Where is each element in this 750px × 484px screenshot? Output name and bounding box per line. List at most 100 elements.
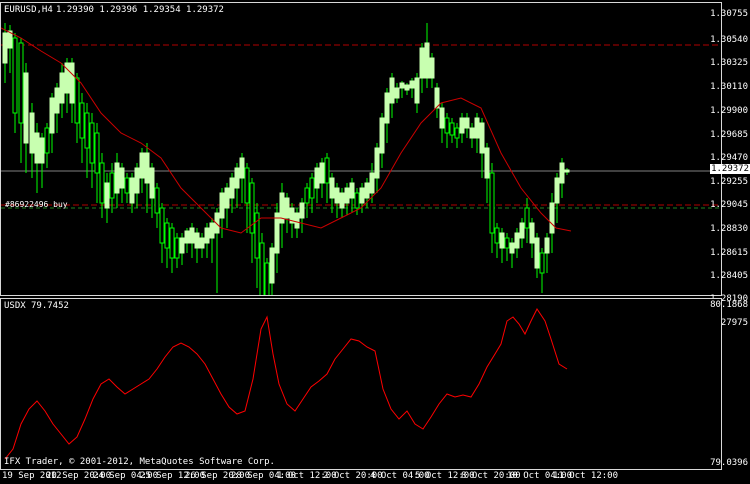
candle-body: [204, 227, 210, 244]
indicator-name: USDX: [4, 301, 26, 311]
candle-body: [154, 187, 160, 214]
copyright-text: IFX Trader, © 2001-2012, MetaQuotes Soft…: [4, 457, 275, 467]
candle-body: [274, 212, 280, 254]
candle-body: [59, 72, 65, 104]
indicator-axis-bottom: 79.0396: [710, 458, 748, 468]
candle-body: [159, 207, 165, 244]
candle-body: [54, 87, 60, 114]
candle-body: [259, 242, 265, 295]
candle-body: [84, 112, 90, 149]
candle-body: [12, 37, 18, 114]
price-chart-pane[interactable]: EURUSD,H4 1.29390 1.29396 1.29354 1.2937…: [0, 2, 722, 296]
candle-body: [359, 187, 365, 204]
candle-body: [559, 162, 565, 184]
candle-body: [469, 127, 475, 139]
chart-symbol-label: EURUSD,H4: [4, 5, 53, 15]
candle-body: [419, 47, 425, 79]
candle-body: [464, 117, 470, 129]
candle-body: [144, 152, 150, 184]
candle-body: [29, 112, 35, 154]
price-tick: 1.30110: [710, 82, 748, 92]
candle-body: [264, 262, 270, 295]
price-tick: 1.28405: [710, 271, 748, 281]
candle-body: [199, 237, 205, 249]
candle-body: [104, 182, 110, 209]
candle-body: [369, 172, 375, 194]
order-line-label[interactable]: #86922496 buy: [5, 200, 68, 209]
candle-body: [459, 117, 465, 134]
candle-body: [449, 122, 455, 136]
chart-ohlc-readout: 1.29390 1.29396 1.29354 1.29372: [56, 5, 224, 15]
candle-body: [429, 57, 435, 79]
usdx-line: [4, 308, 568, 460]
indicator-value: 79.7452: [31, 301, 69, 311]
candle-body: [399, 82, 405, 89]
price-tick: 1.28615: [710, 248, 748, 258]
candle-body: [339, 192, 345, 209]
time-tick: 11 Oct 12:00: [553, 471, 619, 481]
candle-body: [184, 230, 190, 244]
candle-body: [129, 177, 135, 204]
candle-body: [314, 167, 320, 189]
candle-body: [379, 117, 385, 154]
candle-body: [99, 162, 105, 204]
candle-body: [174, 237, 180, 259]
current-price-tag: 1.29372: [710, 164, 750, 174]
candle-body: [79, 102, 85, 139]
candle-body: [394, 87, 400, 99]
candle-body: [519, 222, 525, 239]
price-tick: 1.30755: [710, 9, 748, 19]
candle-body: [494, 227, 500, 244]
candle-body: [344, 187, 350, 204]
candle-body: [18, 42, 24, 124]
price-tick: 1.29685: [710, 130, 748, 140]
candle-body: [114, 162, 120, 194]
candle-body: [44, 127, 50, 154]
candle-body: [364, 182, 370, 199]
candlestick-chart[interactable]: [1, 3, 721, 295]
candle-body: [489, 172, 495, 234]
candle-body: [424, 42, 430, 79]
candle-body: [69, 62, 75, 104]
usdx-line-chart[interactable]: [1, 299, 721, 469]
candle-body: [284, 197, 290, 219]
candle-body: [554, 177, 560, 204]
price-tick: 1.29045: [710, 200, 748, 210]
candle-body: [209, 222, 215, 239]
price-tick: 1.29900: [710, 106, 748, 116]
candle-body: [219, 192, 225, 219]
candle-body: [134, 167, 140, 194]
candle-body: [509, 242, 515, 254]
price-tick: 1.30325: [710, 58, 748, 68]
candle-body: [304, 187, 310, 204]
candle-body: [564, 169, 570, 173]
candle-body: [119, 167, 125, 189]
candle-body: [34, 132, 40, 164]
candle-body: [354, 192, 360, 209]
candle-body: [529, 222, 535, 244]
candle-body: [389, 77, 395, 104]
candle-body: [404, 84, 410, 91]
candle-body: [124, 177, 130, 194]
indicator-pane[interactable]: USDX 79.7452 IFX Trader, © 2001-2012, Me…: [0, 298, 722, 470]
candle-body: [244, 167, 250, 204]
candle-body: [514, 232, 520, 249]
candle-body: [39, 137, 45, 164]
candle-body: [89, 122, 95, 164]
candle-body: [374, 147, 380, 179]
candle-body: [454, 127, 460, 139]
candle-body: [169, 227, 175, 259]
candle-body: [504, 237, 510, 249]
candle-body: [329, 177, 335, 199]
candle-body: [384, 92, 390, 124]
candle-body: [299, 202, 305, 219]
candle-body: [409, 80, 415, 89]
candle-body: [549, 202, 555, 234]
candle-body: [349, 182, 355, 199]
candle-body: [149, 167, 155, 199]
candle-body: [479, 122, 485, 154]
candle-body: [239, 157, 245, 179]
candle-body: [534, 237, 540, 269]
candle-body: [334, 187, 340, 204]
price-tick: 1.29470: [710, 153, 748, 163]
